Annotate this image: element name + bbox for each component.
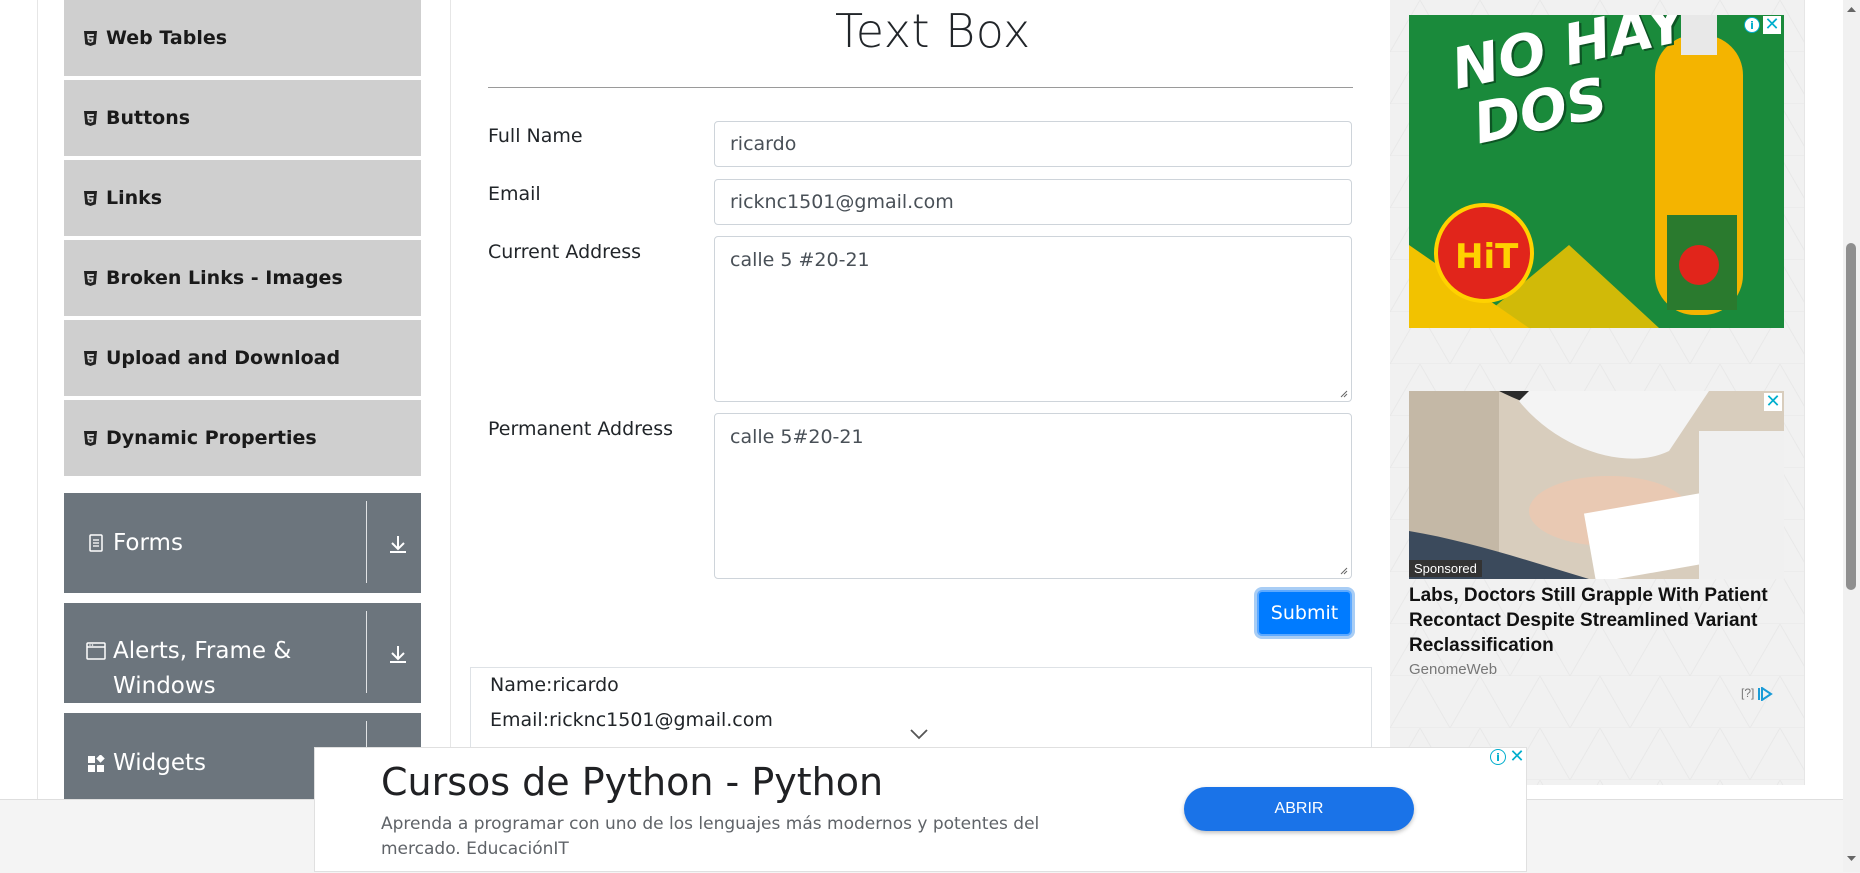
current-address-label: Current Address: [488, 241, 642, 263]
current-address-value: calle 5 #20-21: [730, 249, 870, 271]
ad-close-icon[interactable]: ✕: [1764, 393, 1782, 411]
chevron-down-icon[interactable]: [909, 728, 929, 740]
resize-handle-icon[interactable]: [1340, 567, 1348, 575]
sidebar-group-label-line2: Windows: [113, 673, 216, 699]
permanent-address-value: calle 5#20-21: [730, 426, 864, 448]
email-input[interactable]: ricknc1501@gmail.com: [714, 179, 1352, 225]
html5-icon: [82, 190, 98, 206]
html5-icon: [82, 270, 98, 286]
sidebar-item-links[interactable]: Links: [64, 160, 421, 238]
html5-icon: [82, 30, 98, 46]
page-border-left: [37, 0, 38, 800]
output-name: Name:ricardo: [490, 674, 619, 696]
ad-source: GenomeWeb: [1409, 661, 1498, 678]
resize-handle-icon[interactable]: [1340, 390, 1348, 398]
sidebar-item-label: Buttons: [106, 107, 191, 129]
ad-photo-illustration: [1409, 391, 1784, 579]
page-title: Text Box: [835, 4, 1031, 58]
ad-hit-drink[interactable]: NO HAY DOS HiT i ✕: [1409, 15, 1784, 328]
scroll-up-arrow-icon[interactable]: [1846, 4, 1857, 15]
banner-description: Aprenda a programar con uno de los lengu…: [381, 814, 1040, 859]
ad-help-text: [?]: [1741, 686, 1755, 700]
scrollbar-thumb[interactable]: [1846, 243, 1856, 590]
ad-help-link[interactable]: [?]: [1741, 685, 1774, 702]
full-name-label: Full Name: [488, 125, 583, 147]
sidebar-group-label: Alerts, Frame &: [113, 638, 292, 664]
sidebar-item-upload-and-download[interactable]: Upload and Download: [64, 320, 421, 398]
permanent-address-textarea[interactable]: calle 5#20-21: [714, 413, 1352, 579]
page-border-divider: [450, 0, 451, 800]
email-label: Email: [488, 183, 541, 205]
banner-open-button[interactable]: ABRIR: [1184, 787, 1414, 831]
sidebar-item-label: Upload and Download: [106, 347, 341, 369]
ad-brand-logo: HiT: [1455, 237, 1519, 277]
ad-photo[interactable]: ✕: [1409, 391, 1784, 579]
banner-title: Cursos de Python - Python: [381, 760, 884, 804]
sidebar-group-label: Widgets: [113, 750, 206, 776]
title-divider: [488, 87, 1353, 88]
full-name-input[interactable]: ricardo: [714, 121, 1352, 167]
ad-close-icon[interactable]: ✕: [1763, 16, 1781, 34]
adchoices-icon: [1757, 685, 1773, 702]
download-arrow-icon[interactable]: [384, 640, 412, 668]
submit-button[interactable]: Submit: [1257, 590, 1352, 636]
sidebar-group-forms[interactable]: Forms: [64, 493, 421, 593]
sidebar-item-broken-links-images[interactable]: Broken Links - Images: [64, 240, 421, 318]
current-address-textarea[interactable]: calle 5 #20-21: [714, 236, 1352, 402]
download-arrow-icon[interactable]: [384, 530, 412, 558]
sidebar-group-alerts-frame-windows[interactable]: Alerts, Frame & Windows: [64, 603, 421, 703]
permanent-address-label: Permanent Address: [488, 418, 674, 440]
output-email: Email:ricknc1501@gmail.com: [490, 709, 773, 731]
ad-headline-link[interactable]: Labs, Doctors Still Grapple With Patient…: [1409, 583, 1789, 658]
html5-icon: [82, 430, 98, 446]
html5-icon: [82, 110, 98, 126]
ad-info-icon[interactable]: i: [1744, 17, 1760, 33]
group-divider: [366, 611, 367, 693]
ad-info-icon[interactable]: i: [1490, 749, 1506, 765]
html5-icon: [82, 350, 98, 366]
ad-close-icon[interactable]: ✕: [1508, 748, 1526, 766]
bottom-ad-banner[interactable]: Cursos de Python - Python Aprenda a prog…: [314, 747, 1527, 872]
sidebar-item-label: Links: [106, 187, 163, 209]
sponsored-badge: Sponsored: [1409, 560, 1482, 577]
group-divider: [366, 501, 367, 583]
sidebar-group-label: Forms: [113, 530, 183, 556]
scroll-down-arrow-icon[interactable]: [1846, 853, 1857, 864]
sidebar-item-label: Dynamic Properties: [106, 427, 317, 449]
sidebar-item-label: Web Tables: [106, 27, 228, 49]
sidebar-item-web-tables[interactable]: Web Tables: [64, 0, 421, 78]
sidebar-item-label: Broken Links - Images: [106, 267, 343, 289]
widgets-grid-icon: [86, 754, 106, 774]
sidebar-item-dynamic-properties[interactable]: Dynamic Properties: [64, 400, 421, 478]
browser-window-icon: [86, 641, 106, 661]
sidebar-item-buttons[interactable]: Buttons: [64, 80, 421, 158]
document-icon: [86, 533, 106, 553]
